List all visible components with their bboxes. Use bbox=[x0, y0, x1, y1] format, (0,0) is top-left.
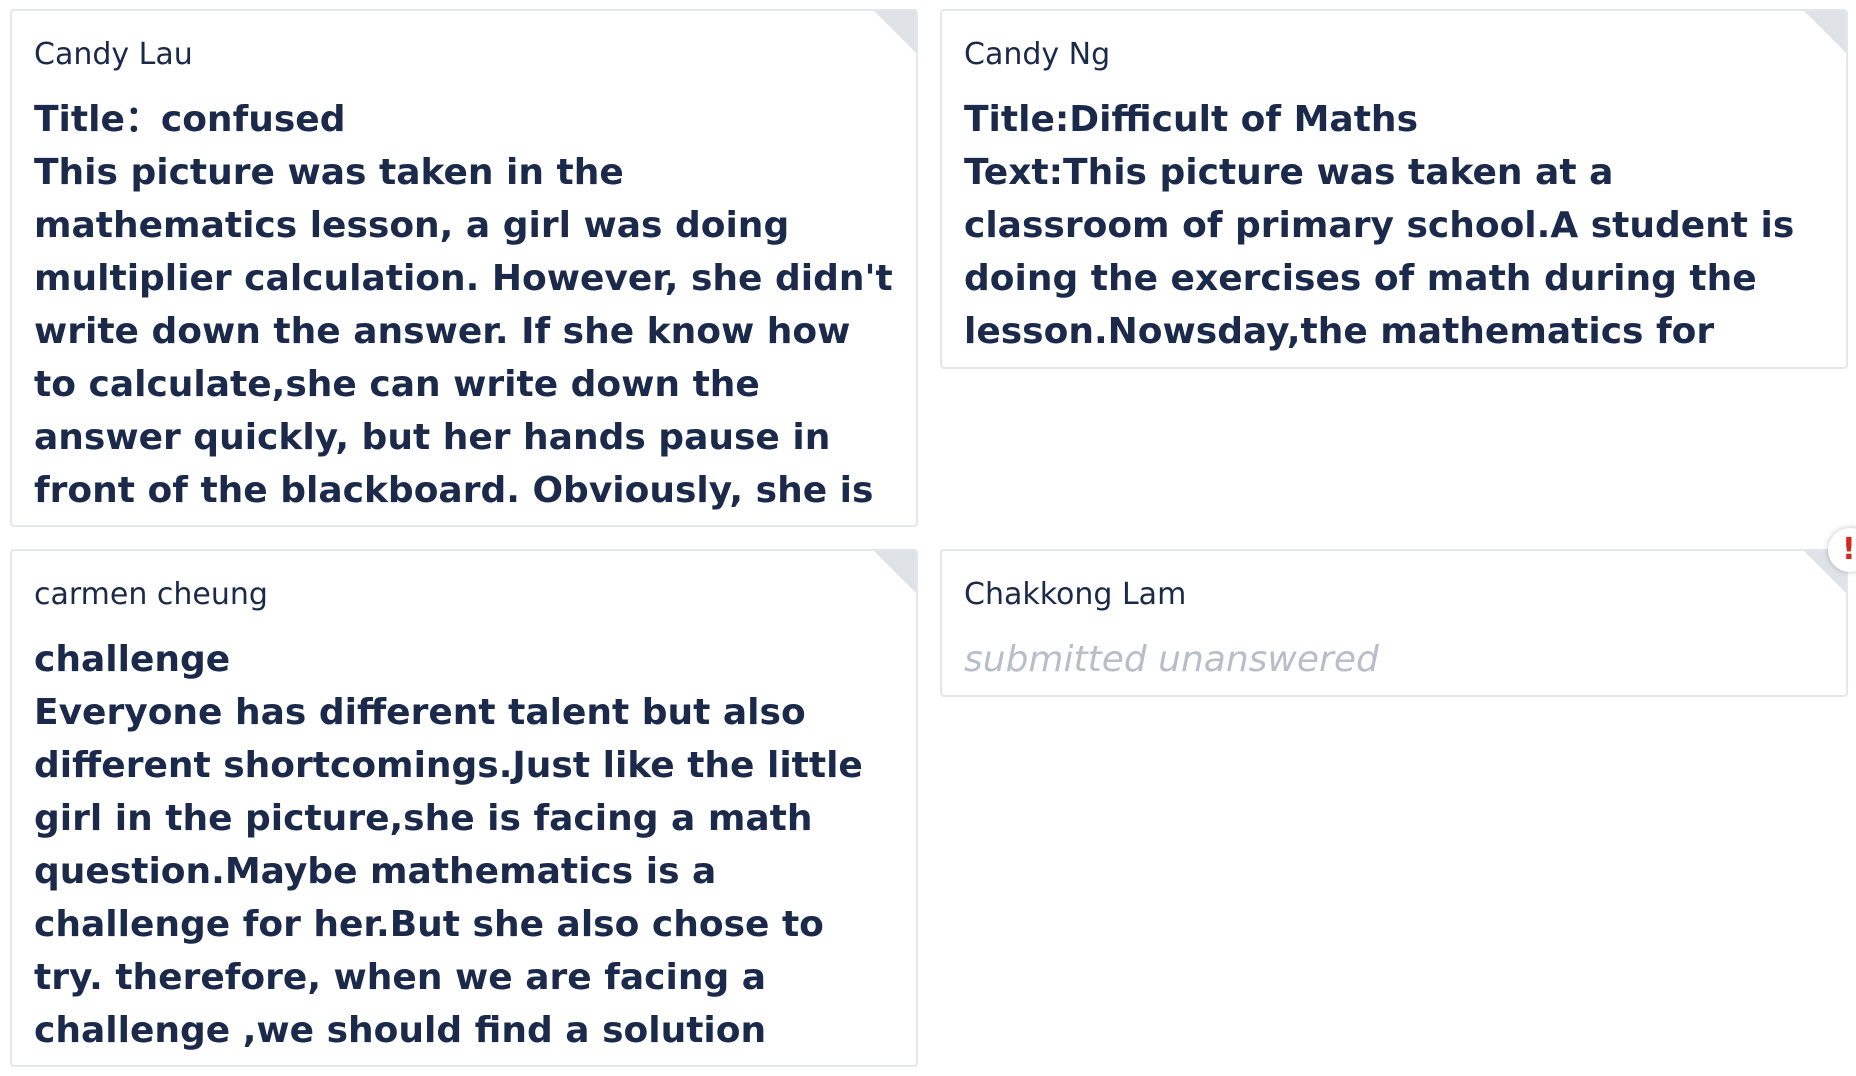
response-text: Everyone has different talent but also d… bbox=[34, 692, 863, 1065]
response-text: This picture was taken in the mathematic… bbox=[34, 152, 893, 525]
author-name: Candy Ng bbox=[964, 37, 1111, 72]
response-title: Title：confused bbox=[34, 99, 346, 140]
response-board: Candy Lau Title：confused This picture wa… bbox=[0, 0, 1856, 1076]
card-corner-fold bbox=[1803, 11, 1846, 54]
author-name: carmen cheung bbox=[34, 577, 268, 612]
response-title: Title:Difficult of Maths bbox=[964, 99, 1418, 140]
response-card-candy-ng[interactable]: Candy Ng Title:Difficult of Maths Text:T… bbox=[940, 9, 1848, 369]
author-name: Candy Lau bbox=[34, 37, 193, 72]
response-title: challenge bbox=[34, 639, 231, 680]
card-corner-fold bbox=[873, 551, 916, 594]
response-card-carmen-cheung[interactable]: carmen cheung challenge Everyone has dif… bbox=[10, 549, 918, 1067]
author-name: Chakkong Lam bbox=[964, 577, 1187, 612]
unanswered-status: submitted unanswered bbox=[964, 639, 1379, 680]
response-card-chakkong-lam[interactable]: Chakkong Lam submitted unanswered bbox=[940, 549, 1848, 697]
response-card-candy-lau[interactable]: Candy Lau Title：confused This picture wa… bbox=[10, 9, 918, 527]
card-corner-fold bbox=[873, 11, 916, 54]
response-text: Text:This picture was taken at a classro… bbox=[964, 152, 1795, 367]
